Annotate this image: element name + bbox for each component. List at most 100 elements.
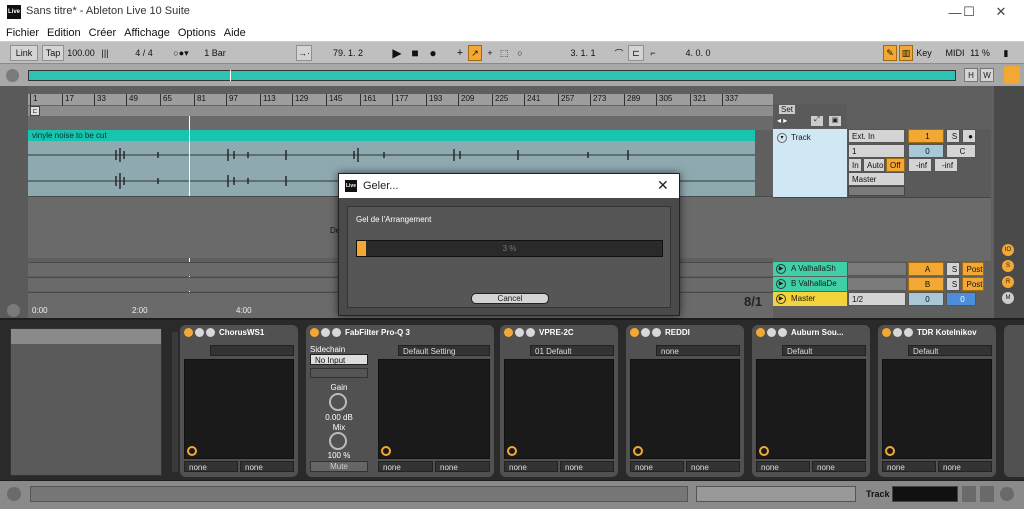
menu-fichier[interactable]: Fichier: [6, 27, 39, 39]
sidechain-channel[interactable]: none: [240, 461, 294, 472]
arrangement-toggle-icon[interactable]: [7, 304, 20, 317]
loop-start-field[interactable]: 3. 1. 1: [558, 45, 608, 61]
clip-header[interactable]: vinyle noise to be cut: [28, 130, 755, 141]
sidechain-channel[interactable]: none: [686, 461, 740, 472]
preset-select[interactable]: Default: [908, 345, 992, 356]
return-b-header[interactable]: ▶ B ValhallaDe: [773, 277, 847, 291]
device-tdr-kotelnikov[interactable]: TDR Kotelnikov Default none none: [878, 325, 996, 477]
monitor-auto-button[interactable]: Auto: [863, 158, 885, 172]
lock-icon[interactable]: ▣: [829, 116, 841, 126]
plugin-window[interactable]: [184, 359, 294, 459]
solo-button[interactable]: S: [946, 129, 960, 143]
overview-w-button[interactable]: W: [980, 68, 994, 82]
key-map-button[interactable]: Key: [914, 45, 934, 61]
master-play-icon[interactable]: ▶: [776, 294, 786, 304]
preset-select[interactable]: Default: [782, 345, 866, 356]
overview-clip-bar[interactable]: [28, 70, 956, 81]
signature-field[interactable]: 4 / 4: [130, 45, 158, 61]
sidechain-channel[interactable]: none: [560, 461, 614, 472]
device-on-icon[interactable]: [310, 328, 319, 337]
add-icon[interactable]: +: [484, 45, 496, 61]
sidechain-channel[interactable]: none: [812, 461, 866, 472]
overview-h-button[interactable]: H: [964, 68, 978, 82]
menu-edition[interactable]: Edition: [47, 27, 81, 39]
output-select[interactable]: Master: [848, 172, 905, 186]
io-toggle-icon[interactable]: IO: [1002, 244, 1014, 256]
track-volume[interactable]: 0: [908, 144, 944, 158]
device-vpre2c[interactable]: VPRE-2C 01 Default none none: [500, 325, 618, 477]
plugin-open-icon[interactable]: [633, 446, 643, 456]
device-auburn[interactable]: Auburn Sou... Default none none: [752, 325, 870, 477]
loop-switch-icon[interactable]: ⊏: [628, 45, 644, 61]
wrench-icon[interactable]: [206, 328, 215, 337]
return-a-header[interactable]: ▶ A ValhallaSh: [773, 262, 847, 276]
punch-out-icon[interactable]: ⌐: [646, 45, 660, 61]
monitor-in-button[interactable]: In: [848, 158, 862, 172]
input-channel-select[interactable]: 1: [848, 144, 905, 158]
midi-map-button[interactable]: MIDI: [944, 45, 966, 61]
metronome-icon[interactable]: ○●▾: [166, 45, 196, 61]
loop-length-field[interactable]: 4. 0. 0: [678, 45, 718, 61]
overview-toggle-icon[interactable]: [6, 69, 19, 82]
plugin-window[interactable]: [756, 359, 866, 459]
send-toggle-icon[interactable]: S: [1002, 260, 1014, 272]
fold-icon[interactable]: [767, 328, 776, 337]
track-activator[interactable]: 1: [908, 129, 944, 143]
quantization-select[interactable]: 1 Bar: [198, 45, 232, 61]
plugin-open-icon[interactable]: [381, 446, 391, 456]
plugin-open-icon[interactable]: [759, 446, 769, 456]
plugin-window[interactable]: [378, 359, 490, 459]
input-type-select[interactable]: Ext. In: [848, 129, 905, 143]
master-volume[interactable]: 0: [908, 292, 944, 306]
device-partial[interactable]: [1004, 325, 1024, 477]
preset-select[interactable]: Default Setting: [398, 345, 490, 356]
return-a-solo[interactable]: S: [946, 262, 960, 276]
menu-creer[interactable]: Créer: [89, 27, 117, 39]
gain-knob[interactable]: [329, 393, 347, 411]
fold-icon[interactable]: [195, 328, 204, 337]
track-view-selector[interactable]: [892, 486, 958, 502]
sidechain-select[interactable]: none: [378, 461, 433, 472]
session-record-icon[interactable]: ⬚: [498, 45, 510, 61]
return-b-activator[interactable]: B: [908, 277, 944, 291]
return-b-io[interactable]: [847, 277, 907, 291]
dialog-close-icon[interactable]: ✕: [657, 177, 669, 194]
device-scroll-left[interactable]: [172, 332, 178, 472]
device-on-icon[interactable]: [630, 328, 639, 337]
return-a-activator[interactable]: A: [908, 262, 944, 276]
wrench-icon[interactable]: [332, 328, 341, 337]
return-a-io[interactable]: [847, 262, 907, 276]
mixer-toggle-icon[interactable]: M: [1002, 292, 1014, 304]
sidechain-channel[interactable]: none: [938, 461, 992, 472]
wrench-icon[interactable]: [526, 328, 535, 337]
fold-icon[interactable]: [641, 328, 650, 337]
expand-icon[interactable]: ⤢: [811, 116, 823, 126]
position-field[interactable]: 79. 1. 2: [318, 45, 378, 61]
loop-record-icon[interactable]: ○: [514, 45, 526, 61]
plugin-window[interactable]: [504, 359, 614, 459]
master-pan[interactable]: 0: [946, 292, 976, 306]
plugin-open-icon[interactable]: [187, 446, 197, 456]
draw-mode-icon[interactable]: ✎: [883, 45, 897, 61]
sidechain-select[interactable]: none: [630, 461, 684, 472]
cue-out-select[interactable]: 1/2: [848, 292, 906, 306]
clip-view-toggle-icon[interactable]: [962, 486, 976, 502]
arrangement-overview[interactable]: H W: [0, 64, 1024, 86]
play-icon[interactable]: ▶: [390, 45, 404, 61]
wrench-icon[interactable]: [652, 328, 661, 337]
device-chorusws1[interactable]: ChorusWS1 none none: [180, 325, 298, 477]
wrench-icon[interactable]: [778, 328, 787, 337]
tap-button[interactable]: Tap: [42, 45, 64, 61]
plugin-open-icon[interactable]: [885, 446, 895, 456]
tempo-field[interactable]: 100.00: [66, 45, 96, 61]
menu-affichage[interactable]: Affichage: [124, 27, 170, 39]
device-fabfilter[interactable]: FabFilter Pro-Q 3 Sidechain No Input Gai…: [306, 325, 494, 477]
keyboard-icon[interactable]: ▥: [899, 45, 913, 61]
metronome-bars-icon[interactable]: |||: [98, 45, 112, 61]
arm-record-icon[interactable]: ●: [962, 129, 976, 143]
device-on-icon[interactable]: [504, 328, 513, 337]
device-view-toggle-icon[interactable]: [980, 486, 994, 502]
sidechain-select[interactable]: none: [184, 461, 238, 472]
master-header[interactable]: ▶ Master: [773, 292, 847, 306]
loop-bar[interactable]: ⊏: [28, 106, 773, 116]
